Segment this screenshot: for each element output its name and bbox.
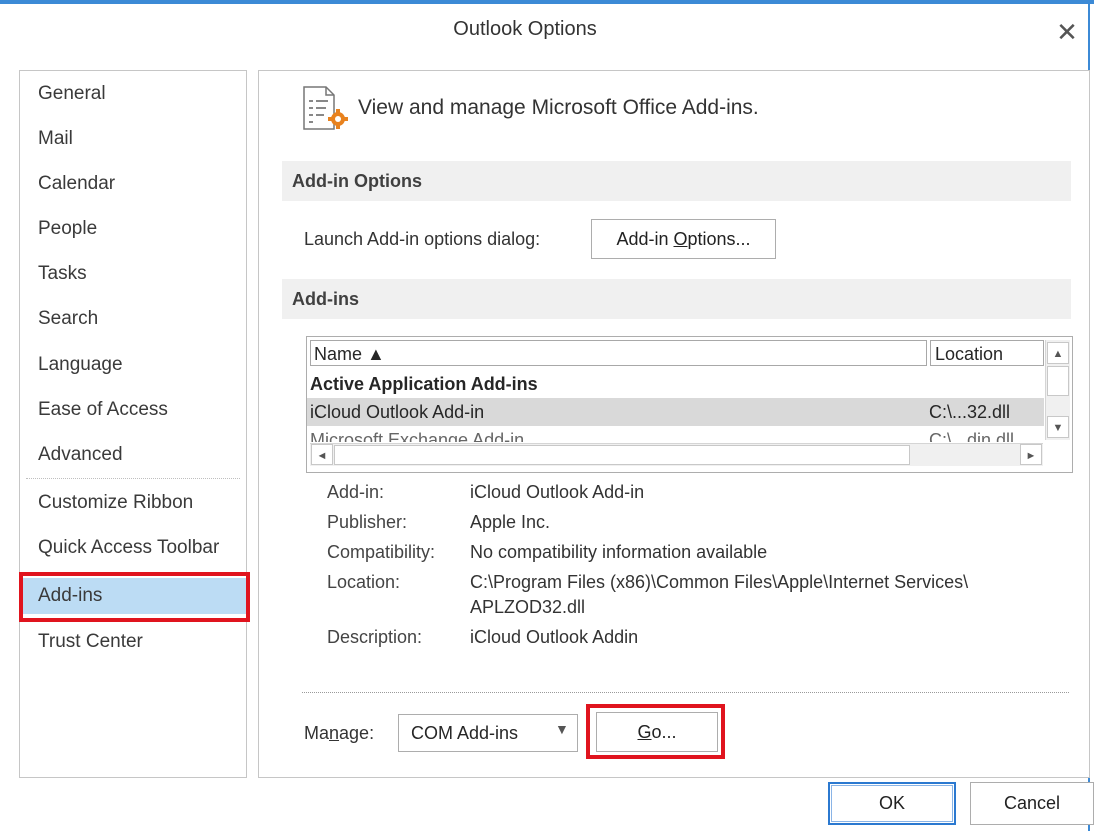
launch-addin-options-label: Launch Add-in options dialog: [304,229,541,249]
addin-name: iCloud Outlook Add-in [310,402,485,422]
highlight-box-go [586,704,725,759]
section-addin-options: Add-in Options [282,161,1071,201]
detail-description-value: iCloud Outlook Addin [470,627,639,647]
detail-publisher-label: Publisher: [327,512,408,532]
nav-item-advanced[interactable]: Advanced [20,437,246,473]
horizontal-scroll-thumb[interactable] [334,445,910,465]
cancel-button[interactable]: Cancel [970,782,1094,825]
addins-list[interactable]: Name ▲ Location Active Application Add-i… [306,336,1073,473]
detail-publisher-value: Apple Inc. [470,512,551,532]
manage-label-post: age: [339,723,375,743]
detail-description-label: Description: [327,627,423,647]
list-group-header: Active Application Add-ins [307,370,1044,398]
page-heading: View and manage Microsoft Office Add-ins… [358,96,759,119]
column-header-location[interactable]: Location [930,340,1044,366]
detail-location-value-line2: APLZOD32.dll [470,597,586,617]
addin-options-button-text-pre: Add-in [616,229,674,249]
nav-separator [26,478,240,479]
ok-button[interactable]: OK [831,785,953,822]
options-nav: General Mail Calendar People Tasks Searc… [19,70,247,778]
nav-item-mail[interactable]: Mail [20,121,246,157]
nav-item-language[interactable]: Language [20,347,246,383]
manage-select-value: COM Add-ins [411,723,519,743]
manage-label: Manage: [304,723,374,744]
section-divider [302,692,1069,693]
addin-options-button[interactable]: Add-in Options... [591,219,776,259]
detail-compatibility-value: No compatibility information available [470,542,768,562]
addin-name: Microsoft Exchange Add-in [310,430,525,442]
list-item[interactable]: iCloud Outlook Add-in C:\...32.dll [307,398,1044,426]
highlight-box-add-ins [19,572,250,622]
addin-location: C:\...din.dll [929,430,1015,442]
manage-label-accesskey: n [329,723,340,743]
chevron-down-icon: ▼ [555,721,569,737]
nav-item-tasks[interactable]: Tasks [20,256,246,292]
vertical-scrollbar[interactable]: ▲ ▼ [1045,340,1070,440]
scroll-right-icon[interactable]: ► [1020,444,1042,465]
close-icon[interactable]: ✕ [1050,16,1084,50]
addin-options-button-text-post: ptions... [687,229,751,249]
scroll-left-icon[interactable]: ◄ [311,444,333,465]
detail-location-label: Location: [327,572,401,592]
nav-item-customize-ribbon[interactable]: Customize Ribbon [20,485,246,521]
vertical-scroll-thumb[interactable] [1047,366,1069,396]
section-add-ins: Add-ins [282,279,1071,319]
nav-item-search[interactable]: Search [20,301,246,337]
nav-item-ease-of-access[interactable]: Ease of Access [20,392,246,428]
nav-item-people[interactable]: People [20,211,246,247]
detail-compatibility-label: Compatibility: [327,542,436,562]
nav-item-calendar[interactable]: Calendar [20,166,246,202]
horizontal-scrollbar[interactable]: ◄ ► [310,443,1043,466]
nav-item-general[interactable]: General [20,76,246,112]
column-header-name[interactable]: Name ▲ [310,340,927,366]
window-title: Outlook Options [453,18,597,40]
manage-label-pre: Ma [304,723,330,743]
group-label: Active Application Add-ins [310,374,538,394]
window-frame-top [0,0,1094,4]
nav-item-trust-center[interactable]: Trust Center [20,624,246,660]
document-gear-icon [303,86,348,130]
addin-options-button-accesskey: O [673,229,688,249]
detail-addin-value: iCloud Outlook Add-in [470,482,645,502]
addin-location: C:\...32.dll [929,402,1011,422]
detail-location-value-line1: C:\Program Files (x86)\Common Files\Appl… [470,572,969,592]
scroll-up-icon[interactable]: ▲ [1047,342,1069,364]
list-item[interactable]: Microsoft Exchange Add-in C:\...din.dll [307,426,1044,442]
manage-select[interactable]: COM Add-ins ▼ [398,714,578,752]
nav-item-quick-access-toolbar[interactable]: Quick Access Toolbar [20,530,246,566]
detail-addin-label: Add-in: [327,482,385,502]
scroll-down-icon[interactable]: ▼ [1047,416,1069,438]
